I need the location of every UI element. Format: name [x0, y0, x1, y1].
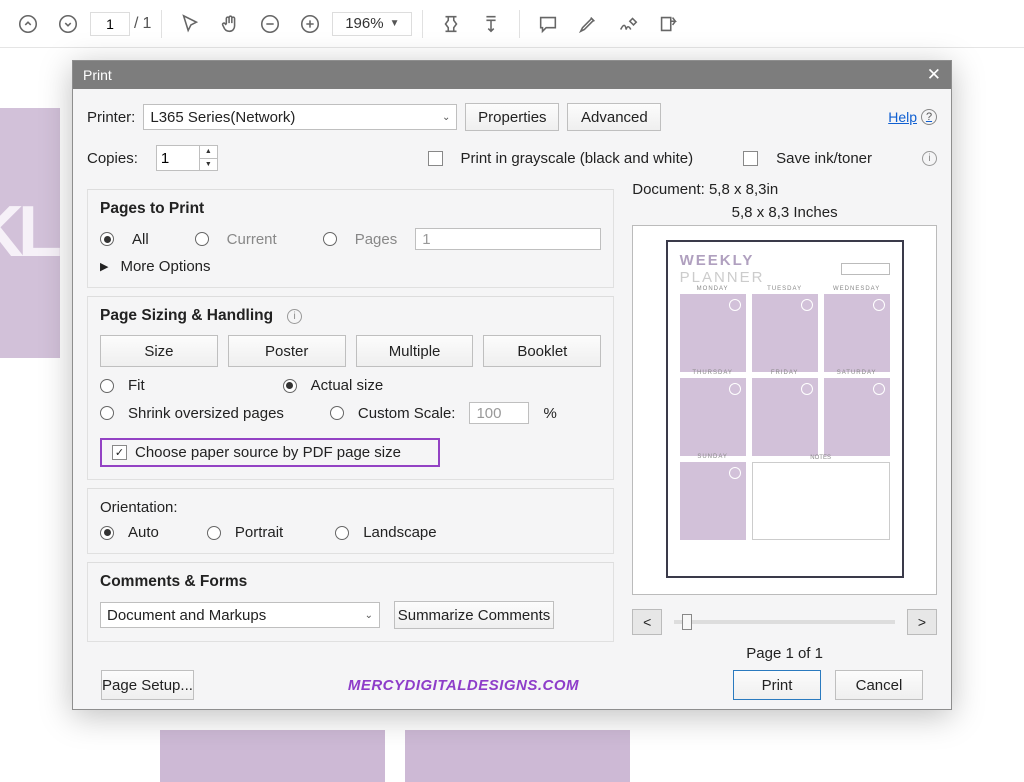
page-of-label: Page 1 of 1	[632, 645, 937, 662]
doc-size-label: Document: 5,8 x 8,3in	[632, 181, 937, 198]
comments-panel: Comments & Forms Document and Markups⌄ S…	[87, 562, 614, 642]
current-radio[interactable]	[195, 232, 209, 246]
hand-tool-icon[interactable]	[212, 6, 248, 42]
auto-radio[interactable]	[100, 526, 114, 540]
print-dialog: Print ✕ Printer: L365 Series(Network)⌄ P…	[72, 60, 952, 710]
size-button[interactable]: Size	[100, 335, 218, 367]
printer-select[interactable]: L365 Series(Network)⌄	[143, 104, 457, 130]
advanced-button[interactable]: Advanced	[567, 103, 661, 131]
print-preview: WEEKLY PLANNER MONDAY TUESDAY WEDNESDAY …	[632, 225, 937, 595]
dialog-title: Print	[83, 67, 112, 83]
preview-slider[interactable]	[674, 620, 895, 624]
highlight-icon[interactable]	[570, 6, 606, 42]
zoom-select[interactable]: 196%▼	[332, 12, 412, 36]
choose-paper-checkbox[interactable]: ✓	[112, 445, 127, 460]
pages-to-print-heading: Pages to Print	[100, 200, 601, 218]
more-options-toggle[interactable]: More Options	[120, 258, 210, 275]
main-toolbar: / 1 196%▼	[0, 0, 1024, 48]
next-page-icon[interactable]	[50, 6, 86, 42]
actual-radio[interactable]	[283, 379, 297, 393]
properties-button[interactable]: Properties	[465, 103, 559, 131]
zoom-in-icon[interactable]	[292, 6, 328, 42]
printer-label: Printer:	[87, 109, 135, 126]
landscape-radio[interactable]	[335, 526, 349, 540]
next-preview-button[interactable]: >	[907, 609, 937, 635]
help-link[interactable]: Help?	[888, 109, 937, 125]
watermark: MERCYDIGITALDESIGNS.COM	[348, 677, 579, 694]
page-setup-button[interactable]: Page Setup...	[101, 670, 194, 700]
copies-label: Copies:	[87, 150, 138, 167]
saveink-label: Save ink/toner	[776, 150, 872, 167]
saveink-checkbox[interactable]	[743, 151, 758, 166]
preview-size-label: 5,8 x 8,3 Inches	[632, 204, 937, 221]
dialog-titlebar: Print ✕	[73, 61, 951, 89]
orientation-panel: Orientation: Auto Portrait Landscape	[87, 488, 614, 554]
cancel-button[interactable]: Cancel	[835, 670, 923, 700]
custom-scale-input[interactable]	[469, 402, 529, 424]
print-button[interactable]: Print	[733, 670, 821, 700]
page-total: 1	[142, 15, 151, 33]
poster-button[interactable]: Poster	[228, 335, 346, 367]
booklet-button[interactable]: Booklet	[483, 335, 601, 367]
pages-radio[interactable]	[323, 232, 337, 246]
fit-width-icon[interactable]	[433, 6, 469, 42]
grayscale-checkbox[interactable]	[428, 151, 443, 166]
comments-select[interactable]: Document and Markups⌄	[100, 602, 380, 628]
all-radio[interactable]	[100, 232, 114, 246]
rotate-icon[interactable]	[650, 6, 686, 42]
sizing-panel: Page Sizing & Handling i Size Poster Mul…	[87, 296, 614, 480]
close-icon[interactable]: ✕	[927, 65, 941, 85]
info-icon[interactable]: i	[922, 151, 937, 166]
pages-range-input[interactable]	[415, 228, 601, 250]
copies-stepper[interactable]: ▲▼	[156, 145, 218, 171]
shrink-radio[interactable]	[100, 406, 114, 420]
multiple-button[interactable]: Multiple	[356, 335, 474, 367]
summarize-button[interactable]: Summarize Comments	[394, 601, 554, 629]
sign-icon[interactable]	[610, 6, 646, 42]
page-sep: /	[134, 15, 138, 33]
zoom-out-icon[interactable]	[252, 6, 288, 42]
select-tool-icon[interactable]	[172, 6, 208, 42]
pages-to-print-panel: Pages to Print All Current Pages ▶ More …	[87, 189, 614, 288]
custom-radio[interactable]	[330, 406, 344, 420]
grayscale-label: Print in grayscale (black and white)	[461, 150, 694, 167]
highlighted-option: ✓ Choose paper source by PDF page size	[100, 438, 440, 467]
comment-icon[interactable]	[530, 6, 566, 42]
fit-page-icon[interactable]	[473, 6, 509, 42]
prev-page-icon[interactable]	[10, 6, 46, 42]
fit-radio[interactable]	[100, 379, 114, 393]
page-number-input[interactable]	[90, 12, 130, 36]
portrait-radio[interactable]	[207, 526, 221, 540]
prev-preview-button[interactable]: <	[632, 609, 662, 635]
info-icon[interactable]: i	[287, 309, 302, 324]
